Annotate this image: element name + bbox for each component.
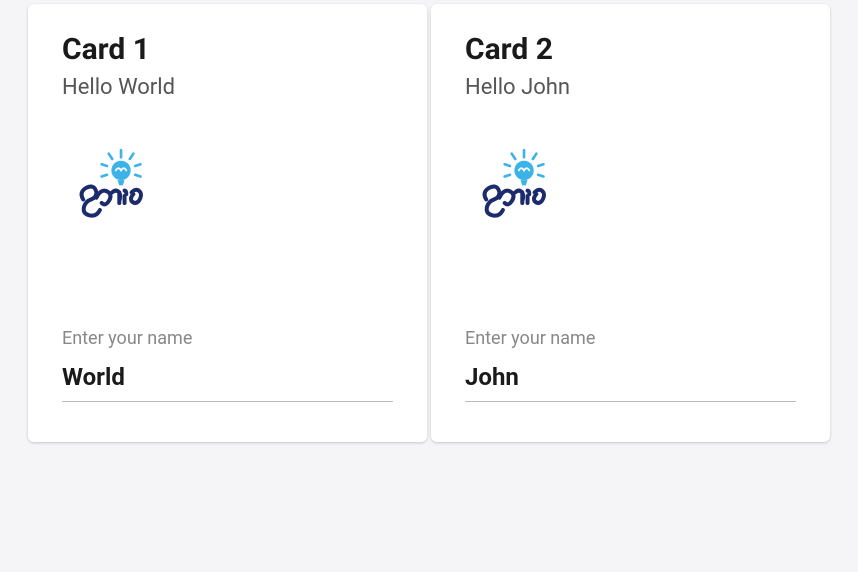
name-input-label: Enter your name xyxy=(62,328,393,349)
name-input[interactable] xyxy=(465,357,796,402)
card-1: Card 1 Hello World xyxy=(28,4,427,442)
card-title: Card 2 xyxy=(465,32,796,67)
logo-wrap xyxy=(62,148,393,318)
name-input-label: Enter your name xyxy=(465,328,796,349)
card-2: Card 2 Hello John Enter your n xyxy=(431,4,830,442)
card-title: Card 1 xyxy=(62,32,393,67)
name-input[interactable] xyxy=(62,357,393,402)
name-input-group: Enter your name xyxy=(62,328,393,402)
logo-wrap xyxy=(465,148,796,318)
card-container: Card 1 Hello World xyxy=(0,0,858,446)
genie-logo-icon xyxy=(473,148,561,228)
card-greeting: Hello John xyxy=(465,75,796,100)
genie-logo-icon xyxy=(70,148,158,228)
name-input-group: Enter your name xyxy=(465,328,796,402)
card-greeting: Hello World xyxy=(62,75,393,100)
